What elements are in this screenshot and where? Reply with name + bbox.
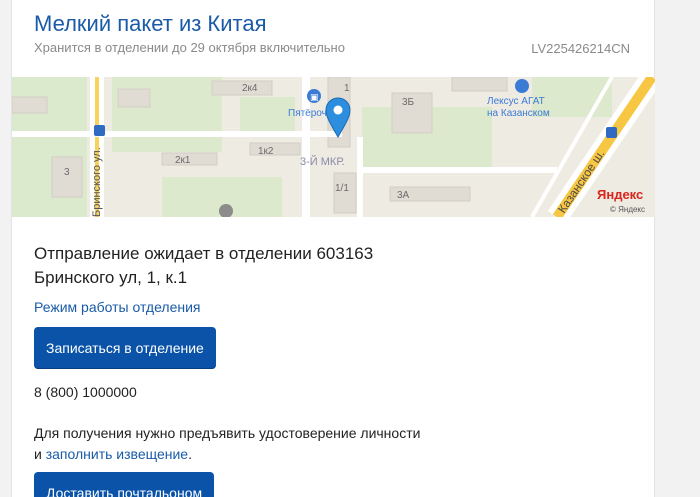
notice-suffix: .: [188, 446, 192, 462]
map-dealer-label-2: на Казанском: [487, 108, 550, 119]
office-address: Бринского ул, 1, к.1: [34, 268, 188, 287]
map-label-1: 1: [344, 83, 350, 94]
office-hours-link[interactable]: Режим работы отделения: [34, 299, 201, 315]
map-street-label: Бринского ул.: [91, 147, 103, 217]
storage-note: Хранится в отделении до 29 октября включ…: [34, 40, 345, 55]
notice-line2: и заполнить извещение.: [34, 444, 420, 465]
map-label-2k1: 2к1: [175, 155, 191, 166]
tracking-number: LV225426214CN: [531, 41, 630, 56]
office-status-line1: Отправление ожидает в отделении 603163: [34, 244, 374, 263]
svg-text:▣: ▣: [310, 93, 319, 103]
fill-notice-link[interactable]: заполнить извещение: [46, 446, 188, 462]
office-map[interactable]: 2к4 2к1 1к2 3Б 3А 1 1/1 3 Бринского ул. …: [12, 77, 655, 217]
office-phone: 8 (800) 1000000: [34, 384, 137, 400]
map-label-3: 3: [64, 167, 70, 178]
courier-delivery-button[interactable]: Доставить почтальоном: [34, 472, 215, 497]
map-dealer-label-1: Лексус АГАТ: [487, 96, 545, 107]
parcel-card: Мелкий пакет из Китая Хранится в отделен…: [11, 0, 655, 497]
map-label-3a: 3А: [397, 190, 410, 201]
map-canvas[interactable]: 2к4 2к1 1к2 3Б 3А 1 1/1 3 Бринского ул. …: [12, 77, 655, 217]
pickup-notice: Для получения нужно предъявить удостовер…: [34, 423, 420, 465]
bus-stop-icon[interactable]: [94, 125, 105, 136]
map-label-3b: 3Б: [402, 97, 415, 108]
yandex-logo: Яндекс: [597, 187, 643, 202]
notice-text: Для получения нужно предъявить удостовер…: [34, 425, 421, 441]
notice-prefix: и: [34, 446, 46, 462]
map-label-1-1: 1/1: [335, 183, 349, 194]
appointment-button[interactable]: Записаться в отделение: [34, 327, 216, 369]
dealer-poi-icon[interactable]: [515, 79, 529, 93]
map-label-2k4: 2к4: [242, 83, 258, 94]
map-district-label: 3-Й МКР.: [300, 155, 345, 168]
map-copyright: © Яндекс: [610, 205, 645, 214]
parcel-title: Мелкий пакет из Китая: [34, 11, 267, 36]
map-label-1k2: 1к2: [258, 146, 274, 157]
bus-stop-icon-2[interactable]: [606, 127, 617, 138]
